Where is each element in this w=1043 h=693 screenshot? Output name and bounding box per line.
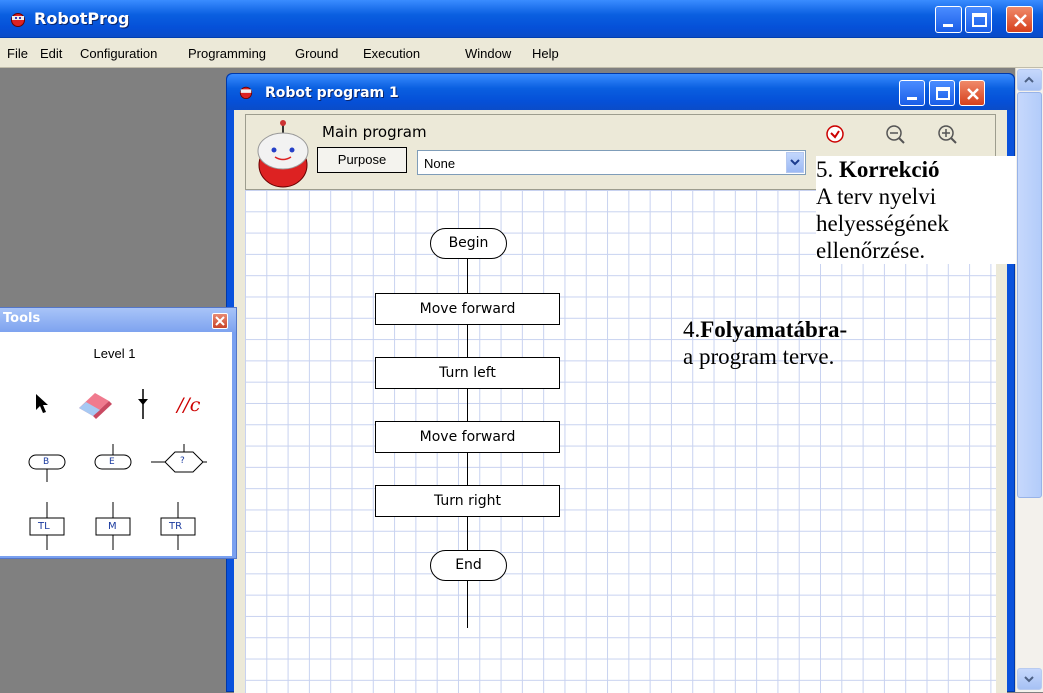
flowchart-annotation: 4.Folyamatábra- a program terve. [683,316,847,370]
menu-ground[interactable]: Ground [295,46,338,61]
turn-left-block-label: TL [38,521,50,532]
begin-block-icon[interactable] [27,450,67,484]
correction-number: 5. [816,157,834,182]
close-button[interactable] [1006,6,1033,33]
menu-execution[interactable]: Execution [363,46,420,61]
program-titlebar[interactable]: Robot program 1 [227,74,1014,110]
zoom-out-icon[interactable] [884,123,906,145]
program-minimize-button[interactable] [899,80,925,106]
close-icon [215,316,225,326]
menu-file[interactable]: File [7,46,28,61]
menu-programming[interactable]: Programming [188,46,266,61]
menu-bar: File Edit Configuration Programming Grou… [0,38,1043,68]
close-icon [967,88,979,100]
chevron-down-icon [790,159,800,166]
tools-titlebar[interactable]: Tools [0,308,236,332]
tools-title: Tools [3,311,41,326]
minimize-button[interactable] [935,6,962,33]
minimize-icon [943,24,953,27]
flowchart-canvas[interactable]: Begin Move forward Turn left Move forwar… [245,190,996,693]
flowchart-line: a program terve. [683,344,835,369]
correction-line-1: A terv nyelvi [816,184,937,209]
tools-close-button[interactable] [212,313,228,329]
correction-line-3: ellenőrzése. [816,238,926,263]
arrow-pointer-icon[interactable] [34,392,52,416]
comment-icon[interactable]: //c [177,394,200,416]
purpose-select-value: None [424,156,456,171]
tools-palette: Tools Level 1 //c B E ? TL M TR [0,307,237,559]
robot-avatar-icon [257,120,309,188]
check-circle-icon[interactable] [824,123,846,145]
chevron-up-icon [1024,76,1034,83]
main-vertical-scrollbar[interactable] [1015,68,1043,692]
purpose-button[interactable]: Purpose [317,147,407,173]
program-window-title: Robot program 1 [265,85,399,101]
main-titlebar: RobotProg [0,0,1043,38]
purpose-select[interactable]: None [417,150,806,175]
robot-window-icon [239,86,253,99]
correction-title: Korrekció [839,157,940,182]
scroll-thumb[interactable] [1017,92,1042,498]
minimize-icon [907,97,917,100]
eraser-icon[interactable] [71,390,115,420]
menu-edit[interactable]: Edit [40,46,62,61]
end-block-label: E [109,457,115,467]
main-program-label: Main program [322,123,427,141]
flow-step-1[interactable]: Move forward [375,293,560,325]
app-title: RobotProg [34,9,130,28]
flow-step-3[interactable]: Move forward [375,421,560,453]
begin-block-label: B [43,457,50,467]
connector-icon[interactable] [135,389,151,419]
scroll-down-button[interactable] [1017,668,1042,690]
flow-step-2[interactable]: Turn left [375,357,560,389]
flow-begin[interactable]: Begin [430,228,507,259]
correction-annotation: 5. Korrekció A terv nyelvi helyességének… [816,156,1016,264]
tools-level-label: Level 1 [93,346,136,361]
correction-line-2: helyességének [816,211,949,236]
flowchart-title: Folyamatábra- [700,317,848,342]
maximize-button[interactable] [965,6,992,33]
maximize-icon [972,13,987,27]
robot-app-icon [11,13,25,27]
move-block-label: M [108,521,117,532]
dropdown-button[interactable] [786,152,804,173]
tools-body: Level 1 //c B E ? TL M TR [0,332,232,556]
program-close-button[interactable] [959,80,985,106]
program-maximize-button[interactable] [929,80,955,106]
flowchart-number: 4. [683,317,701,342]
flowchart-heading: 4.Folyamatábra- [683,316,847,343]
menu-help[interactable]: Help [532,46,559,61]
turn-right-block-label: TR [169,521,183,532]
maximize-icon [936,87,950,100]
chevron-down-icon [1024,676,1034,683]
decision-block-icon[interactable] [151,444,207,480]
menu-window[interactable]: Window [465,46,511,61]
scroll-up-button[interactable] [1017,69,1042,91]
correction-heading: 5. Korrekció [816,156,1016,183]
flow-step-4[interactable]: Turn right [375,485,560,517]
zoom-in-icon[interactable] [936,123,958,145]
decision-block-label: ? [180,456,185,466]
close-icon [1014,14,1027,27]
flow-end[interactable]: End [430,550,507,581]
menu-configuration[interactable]: Configuration [80,46,157,61]
